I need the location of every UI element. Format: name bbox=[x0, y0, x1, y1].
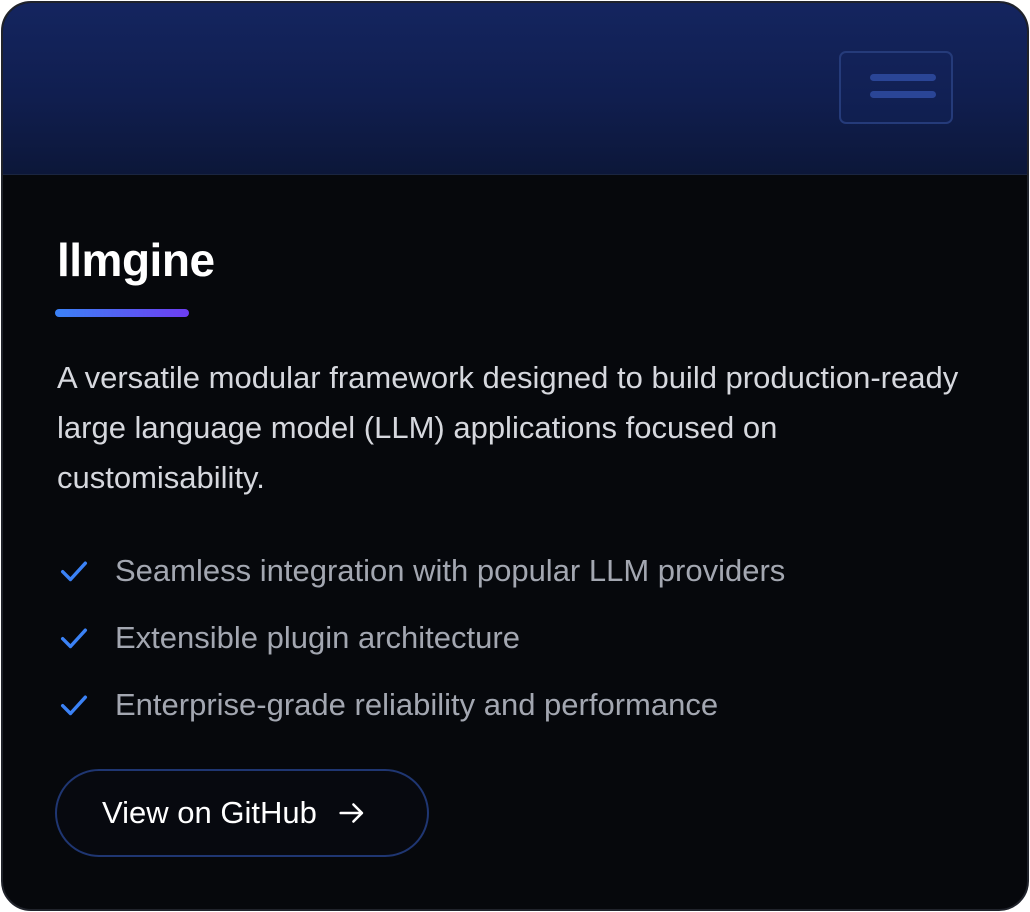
hamburger-menu-icon-line bbox=[870, 91, 936, 98]
feature-item: Enterprise-grade reliability and perform… bbox=[57, 671, 785, 738]
checkmark-icon bbox=[60, 695, 88, 715]
project-description: A versatile modular framework designed t… bbox=[57, 360, 959, 495]
project-title: llmgine bbox=[57, 234, 215, 286]
view-on-github-button[interactable]: View on GitHub bbox=[55, 769, 429, 857]
card-header bbox=[3, 3, 1027, 175]
arrow-right-icon bbox=[339, 803, 364, 823]
hamburger-menu-icon bbox=[870, 74, 936, 81]
feature-list: Seamless integration with popular LLM pr… bbox=[57, 537, 785, 738]
feature-item: Extensible plugin architecture bbox=[57, 604, 785, 671]
project-card: llmgine A versatile modular framework de… bbox=[1, 1, 1029, 911]
feature-text: Seamless integration with popular LLM pr… bbox=[115, 552, 786, 588]
feature-text: Enterprise-grade reliability and perform… bbox=[115, 686, 719, 722]
title-accent-bar bbox=[55, 309, 189, 317]
feature-item: Seamless integration with popular LLM pr… bbox=[57, 537, 785, 604]
feature-text: Extensible plugin architecture bbox=[115, 619, 520, 655]
checkmark-icon bbox=[60, 561, 88, 581]
github-button-label: View on GitHub bbox=[102, 795, 317, 830]
menu-button[interactable] bbox=[839, 51, 953, 124]
checkmark-icon bbox=[60, 628, 88, 648]
